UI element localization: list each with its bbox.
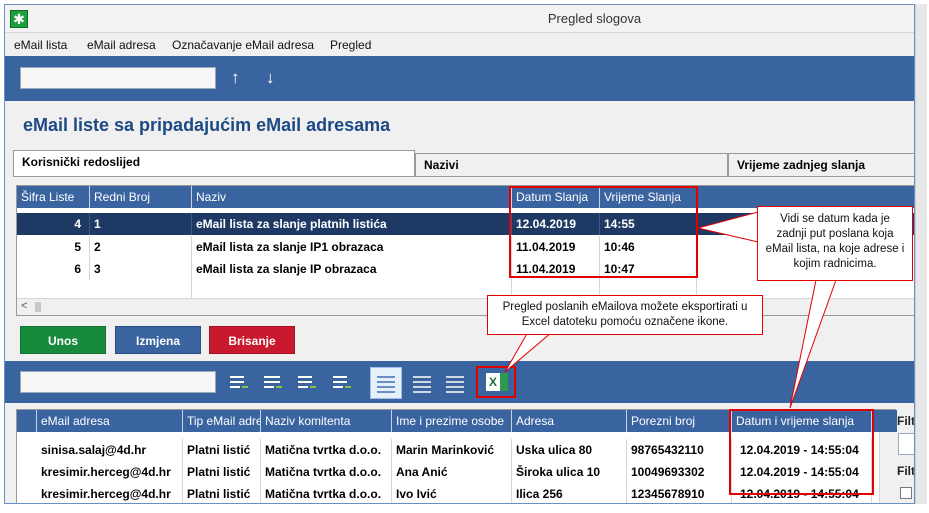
excel-callout: Pregled poslanih eMailova možete eksport… <box>487 295 763 335</box>
callout-date-pointer <box>697 211 759 243</box>
date-callout: Vidi se datum kada je zadnji put poslana… <box>757 206 913 281</box>
callout-excel-pointer <box>504 331 554 373</box>
callout-date-pointer-down <box>789 279 837 409</box>
